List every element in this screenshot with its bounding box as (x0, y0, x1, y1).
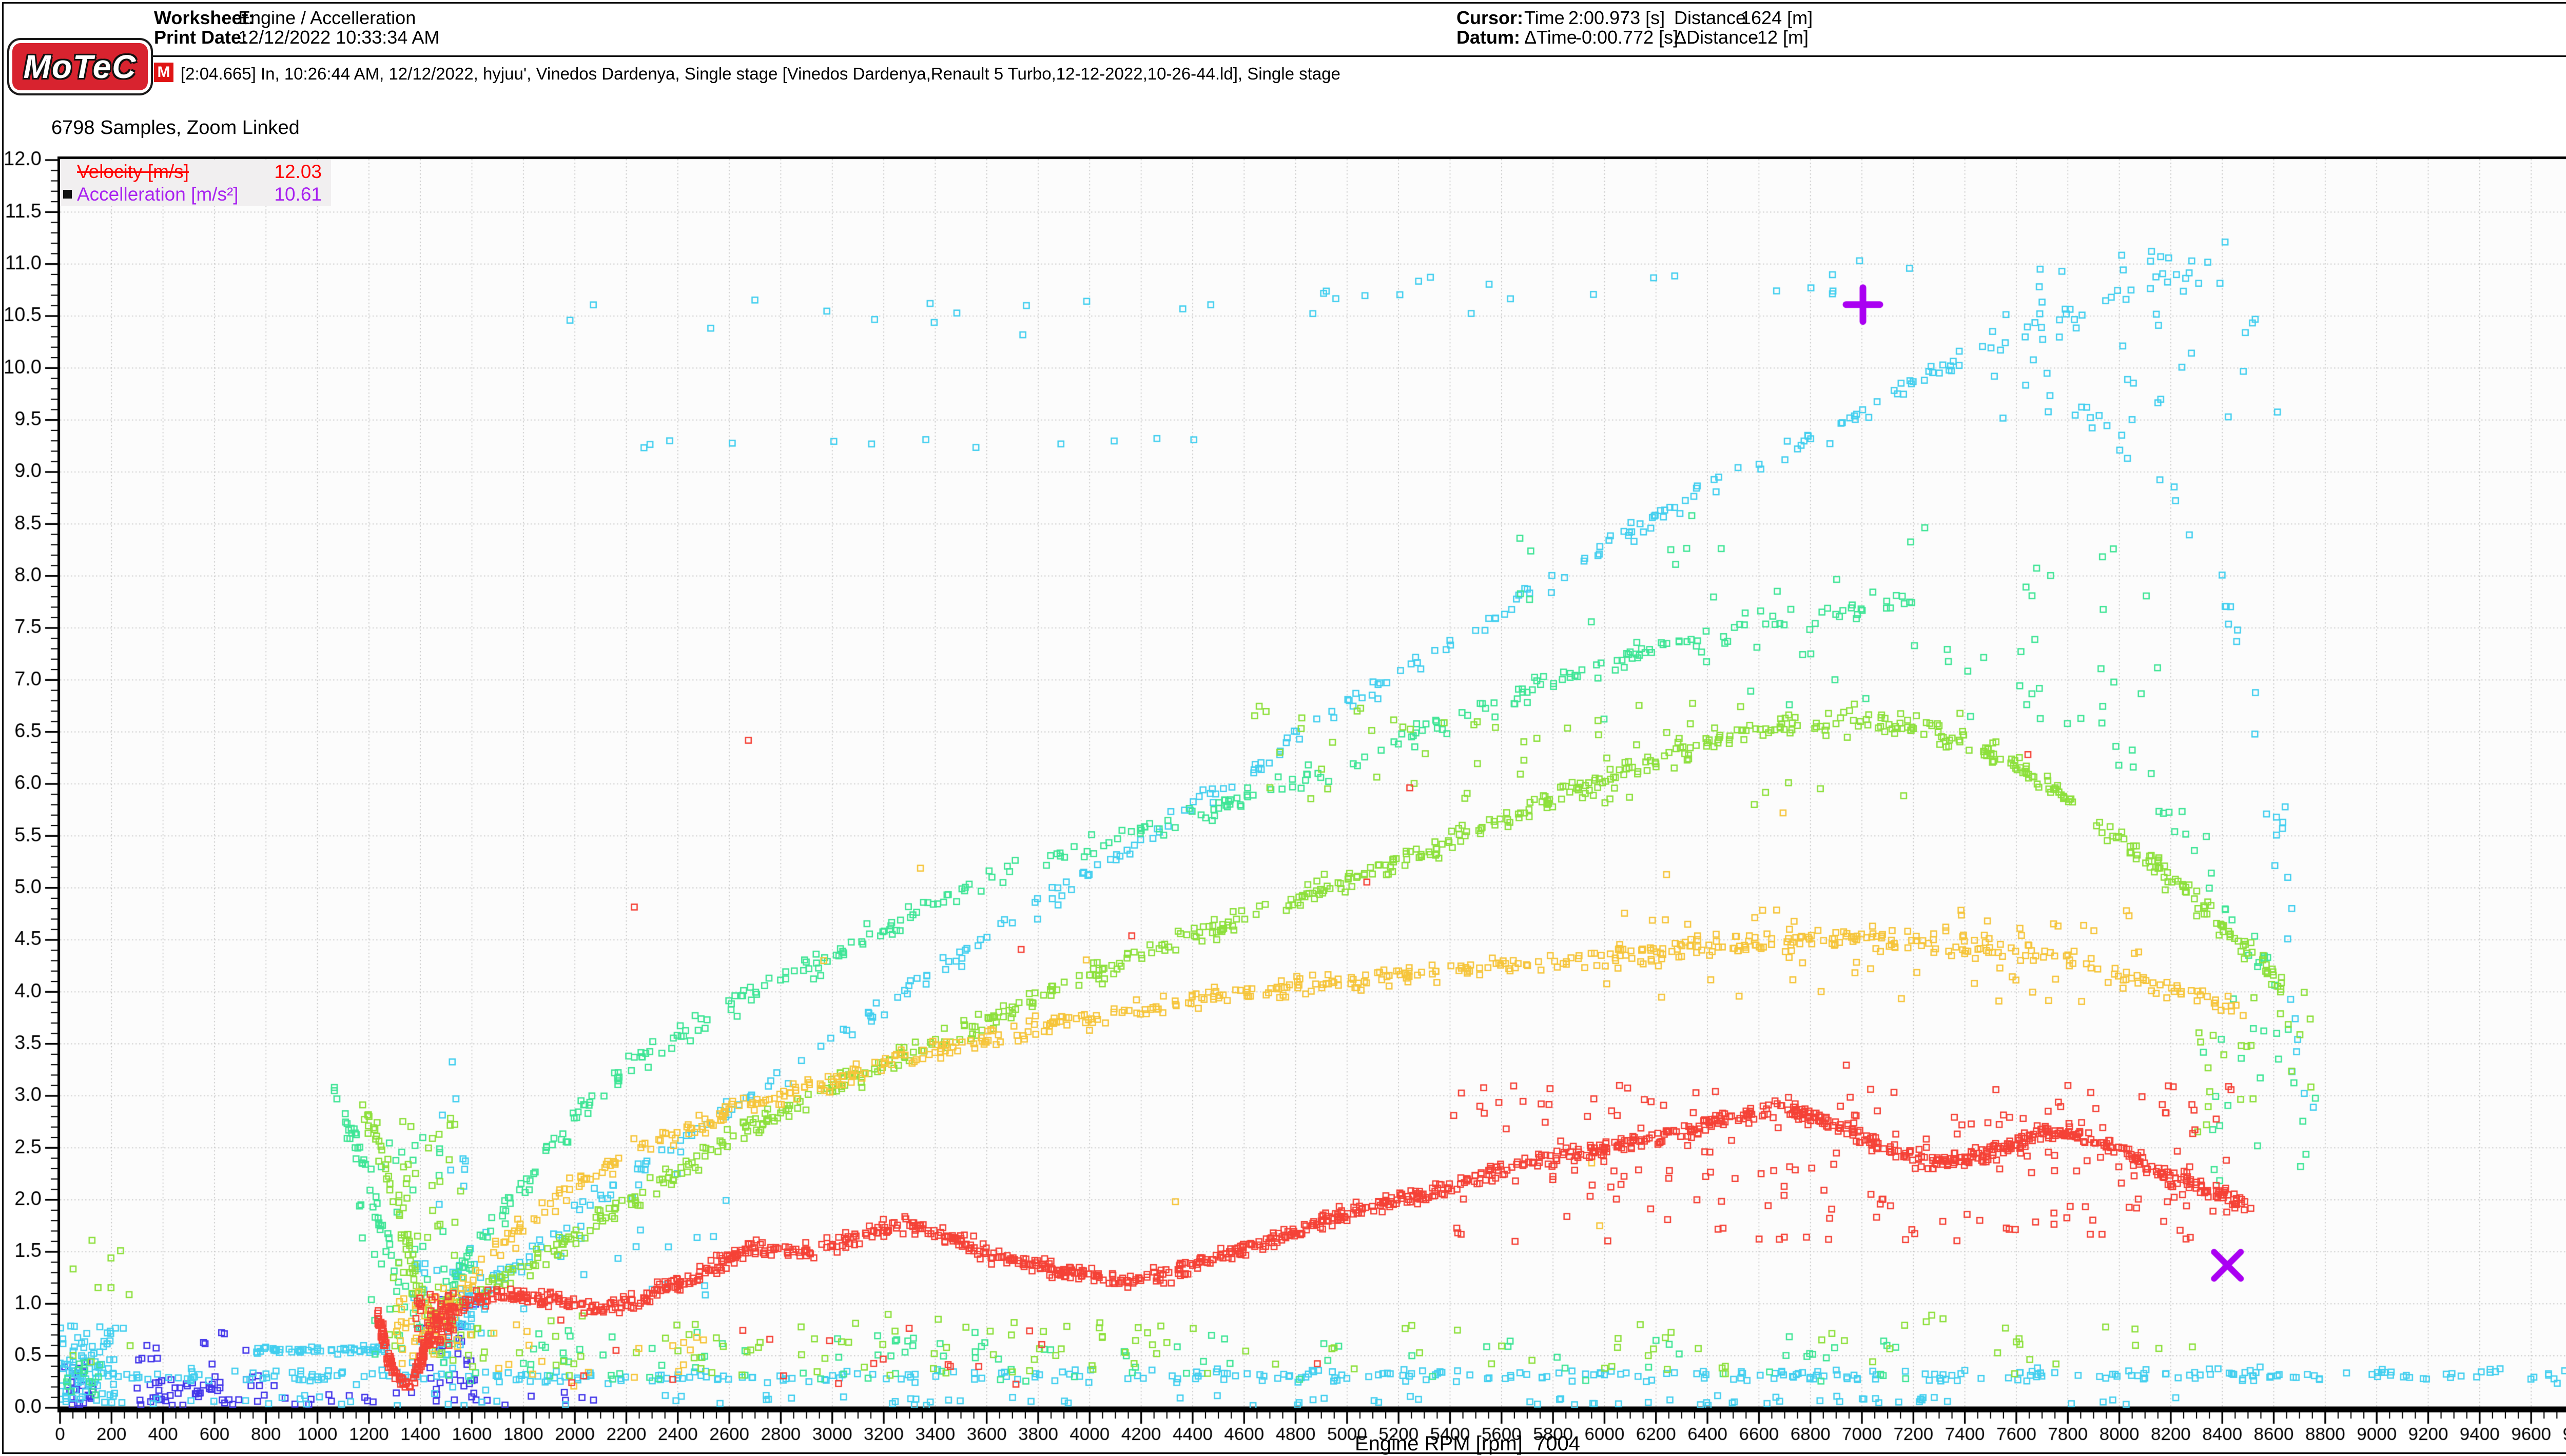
channel-row-acceleration[interactable]: Accelleration [m/s²] 10.61 (60, 183, 331, 205)
active-channel-marker-icon (63, 190, 72, 199)
worksheet-value: Engine / Accelleration (238, 7, 416, 28)
print-date-label: Print Date: (154, 27, 248, 48)
log-file-icon: M (154, 63, 173, 82)
acceleration-channel-label[interactable]: Accelleration [m/s²] (77, 184, 239, 205)
cursor-label: Cursor: (1456, 7, 1524, 28)
x-axis-cursor-value: 7004 (1534, 1432, 1580, 1455)
datum-distance-label: ΔDistance (1674, 27, 1759, 48)
datum-time-value: -0:00.772 [s] (1576, 27, 1679, 48)
header-separator (153, 55, 2566, 57)
acceleration-channel-value: 10.61 (274, 184, 322, 205)
datum-time-label: ΔTime (1524, 27, 1577, 48)
datum-distance-value: -12 [m] (1751, 27, 1809, 48)
x-axis-title: Engine RPM [rpm] (1355, 1432, 1523, 1455)
cursor-time-value: 2:00.973 [s] (1568, 7, 1665, 28)
cursor-distance-label: Distance (1674, 7, 1746, 28)
page-frame (2, 2, 2566, 1454)
velocity-channel-value: 12.03 (274, 161, 322, 182)
cursor-time-label: Time (1524, 7, 1565, 28)
motec-logo-text: MoTeC (23, 48, 137, 85)
motec-logo: MoTeC (7, 38, 153, 95)
channel-row-velocity[interactable]: Velocity [m/s] 12.03 (60, 160, 331, 183)
log-file-description: [2:04.665] In, 10:26:44 AM, 12/12/2022, … (181, 64, 1340, 83)
cursor-distance-value: 1624 [m] (1741, 7, 1813, 28)
velocity-channel-label[interactable]: Velocity [m/s] (77, 161, 189, 183)
datum-label: Datum: (1456, 27, 1520, 48)
samples-status-line: 6798 Samples, Zoom Linked (51, 117, 300, 139)
print-date-value: 12/12/2022 10:33:34 AM (238, 27, 440, 48)
